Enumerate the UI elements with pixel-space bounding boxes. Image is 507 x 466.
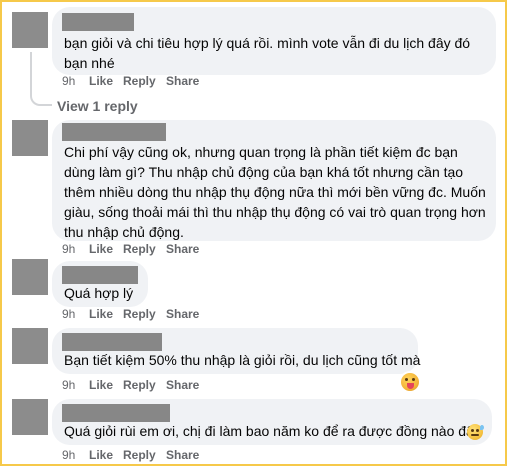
comment-section: bạn giỏi và chi tiêu hợp lý quá rồi. mìn… xyxy=(0,0,507,466)
share-button[interactable]: Share xyxy=(166,307,199,321)
comment-text: Chi phí vậy cũng ok, nhưng quan trọng là… xyxy=(64,144,486,240)
comment-text: bạn giỏi và chi tiêu hợp lý quá rồi. mìn… xyxy=(64,35,471,71)
comment-actions: 9h Like Reply Share xyxy=(62,378,262,394)
sweat-smile-emoji-icon xyxy=(467,424,484,440)
comment-timestamp[interactable]: 9h xyxy=(62,378,75,392)
share-button[interactable]: Share xyxy=(166,378,199,392)
tongue-out-emoji-icon[interactable] xyxy=(401,373,419,391)
share-button[interactable]: Share xyxy=(166,448,199,462)
reply-button[interactable]: Reply xyxy=(123,307,156,321)
redacted-author-name[interactable] xyxy=(62,333,162,351)
reply-button[interactable]: Reply xyxy=(123,74,156,88)
avatar[interactable] xyxy=(12,12,48,48)
like-button[interactable]: Like xyxy=(89,378,113,392)
comment-timestamp[interactable]: 9h xyxy=(62,448,75,462)
avatar[interactable] xyxy=(12,328,48,364)
comment-text: Quá hợp lý xyxy=(64,285,134,301)
like-button[interactable]: Like xyxy=(89,242,113,256)
reply-button[interactable]: Reply xyxy=(123,448,156,462)
redacted-author-name[interactable] xyxy=(62,266,138,284)
reply-button[interactable]: Reply xyxy=(123,378,156,392)
redacted-author-name[interactable] xyxy=(62,404,170,422)
comment-bubble: Quá giỏi rùi em ơi, chị đi làm bao năm k… xyxy=(52,399,492,445)
comment-actions: 9h Like Reply Share xyxy=(62,242,262,258)
comment-bubble: Quá hợp lý xyxy=(52,261,148,307)
comment-text-content: Quá giỏi rùi em ơi, chị đi làm bao năm k… xyxy=(64,423,481,439)
like-button[interactable]: Like xyxy=(89,307,113,321)
like-button[interactable]: Like xyxy=(89,448,113,462)
reply-thread-connector xyxy=(30,94,52,106)
comment-text: Bạn tiết kiệm 50% thu nhập là giỏi rồi, … xyxy=(64,352,421,368)
view-replies-link[interactable]: View 1 reply xyxy=(57,98,138,114)
like-button[interactable]: Like xyxy=(89,74,113,88)
redacted-author-name[interactable] xyxy=(62,123,166,141)
comment-bubble: bạn giỏi và chi tiêu hợp lý quá rồi. mìn… xyxy=(52,7,496,75)
share-button[interactable]: Share xyxy=(166,74,199,88)
comment-bubble: Chi phí vậy cũng ok, nhưng quan trọng là… xyxy=(52,120,496,241)
reply-thread-line xyxy=(30,52,32,96)
comment-timestamp[interactable]: 9h xyxy=(62,74,75,88)
comment-timestamp[interactable]: 9h xyxy=(62,242,75,256)
share-button[interactable]: Share xyxy=(166,242,199,256)
reply-button[interactable]: Reply xyxy=(123,242,156,256)
redacted-author-name[interactable] xyxy=(62,13,134,31)
comment-bubble: Bạn tiết kiệm 50% thu nhập là giỏi rồi, … xyxy=(52,328,421,374)
avatar[interactable] xyxy=(12,259,48,295)
comment-actions: 9h Like Reply Share xyxy=(62,307,262,323)
comment-actions: 9h Like Reply Share xyxy=(62,448,262,464)
comment-timestamp[interactable]: 9h xyxy=(62,307,75,321)
avatar[interactable] xyxy=(12,120,48,156)
comment-text: Quá giỏi rùi em ơi, chị đi làm bao năm k… xyxy=(64,421,482,441)
comment-actions: 9h Like Reply Share xyxy=(62,74,262,90)
avatar[interactable] xyxy=(12,399,48,435)
